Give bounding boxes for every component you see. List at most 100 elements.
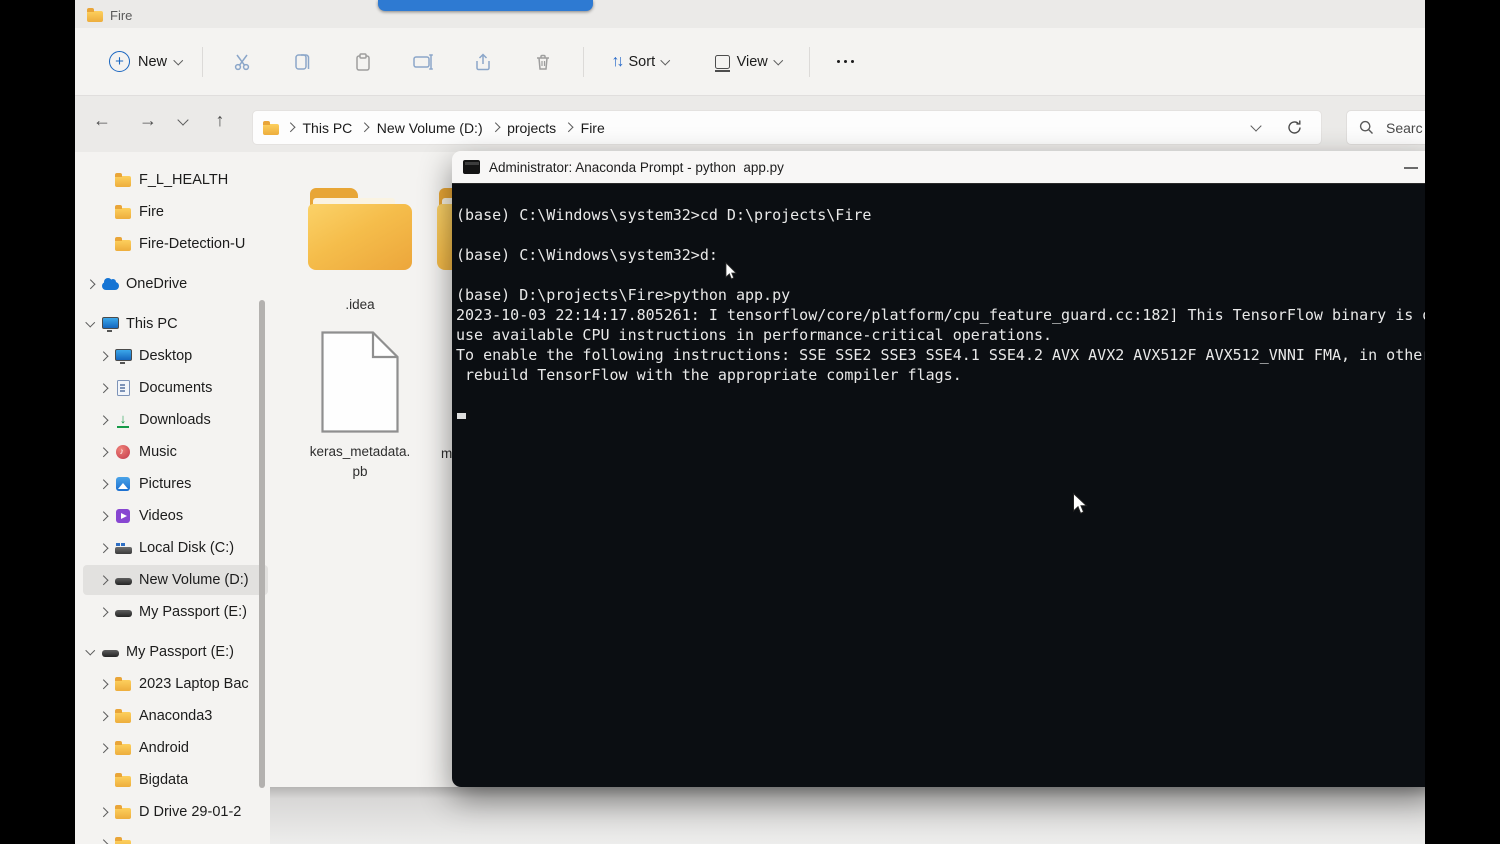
sidebar-item-videos[interactable]: Videos bbox=[83, 501, 268, 531]
paste-button[interactable] bbox=[344, 43, 382, 81]
chevron-right-icon[interactable] bbox=[99, 679, 108, 688]
breadcrumb-this-pc[interactable]: This PC bbox=[296, 117, 360, 139]
chevron-down-icon bbox=[174, 55, 183, 64]
terminal-line: (base) C:\Windows\system32>cd D:\project… bbox=[456, 205, 1437, 225]
drive-icon bbox=[102, 650, 119, 657]
sidebar-item-downloads[interactable]: Downloads bbox=[83, 405, 268, 435]
explorer-toolbar: + New bbox=[75, 28, 1425, 96]
folder-icon bbox=[308, 204, 412, 270]
sidebar-item-fire[interactable]: Fire bbox=[83, 197, 268, 227]
delete-button[interactable] bbox=[524, 43, 562, 81]
chevron-right-icon[interactable] bbox=[99, 543, 108, 552]
paste-icon bbox=[353, 52, 373, 72]
chevron-down-icon[interactable] bbox=[86, 318, 95, 327]
terminal-window: Administrator: Anaconda Prompt - python … bbox=[452, 151, 1437, 787]
search-input[interactable]: Searc bbox=[1346, 110, 1425, 145]
chevron-right-icon[interactable] bbox=[86, 279, 95, 288]
refresh-icon[interactable] bbox=[1286, 119, 1303, 136]
chevron-right-icon[interactable] bbox=[99, 447, 108, 456]
sidebar-item-music[interactable]: Music bbox=[83, 437, 268, 467]
chevron-right-icon[interactable] bbox=[99, 743, 108, 752]
sidebar-item-pictures[interactable]: Pictures bbox=[83, 469, 268, 499]
this-pc-icon bbox=[102, 317, 119, 329]
breadcrumb-fire[interactable]: Fire bbox=[574, 117, 612, 139]
chevron-right-icon[interactable] bbox=[99, 575, 108, 584]
explorer-tab-fire[interactable]: Fire bbox=[87, 4, 132, 26]
address-dropdown-chevron-icon[interactable] bbox=[1250, 120, 1261, 131]
sort-button-label: Sort bbox=[629, 54, 656, 70]
sidebar-item-bigdata[interactable]: Bigdata bbox=[83, 765, 268, 795]
new-button[interactable]: + New bbox=[99, 43, 192, 80]
sidebar-item-2023-laptop-backup[interactable]: 2023 Laptop Bac bbox=[83, 669, 268, 699]
chevron-right-icon[interactable] bbox=[99, 511, 108, 520]
chevron-down-icon[interactable] bbox=[86, 646, 95, 655]
file-keras-metadata-icon[interactable] bbox=[320, 330, 400, 434]
copy-icon bbox=[293, 52, 313, 72]
sidebar-item-new-volume-d[interactable]: New Volume (D:) bbox=[83, 565, 268, 595]
folder-icon bbox=[115, 840, 131, 844]
sidebar-scrollbar[interactable] bbox=[259, 300, 265, 788]
rename-button[interactable] bbox=[404, 43, 442, 81]
sidebar-item-d-drive[interactable]: D Drive 29-01-2 bbox=[83, 797, 268, 827]
folder-icon bbox=[263, 124, 279, 135]
cut-button[interactable] bbox=[224, 43, 262, 81]
tab-label: Fire bbox=[110, 8, 132, 23]
videos-icon bbox=[116, 509, 130, 523]
sidebar-item-partial[interactable] bbox=[83, 829, 268, 844]
sidebar-item-fire-detection[interactable]: Fire-Detection-U bbox=[83, 229, 268, 259]
sidebar-item-local-disk-c[interactable]: Local Disk (C:) bbox=[83, 533, 268, 563]
breadcrumb-projects[interactable]: projects bbox=[500, 117, 563, 139]
recent-locations-chevron-icon[interactable] bbox=[177, 114, 188, 125]
terminal-text-cursor bbox=[457, 413, 466, 419]
share-button[interactable] bbox=[464, 43, 502, 81]
plus-circle-icon: + bbox=[109, 51, 130, 72]
sidebar-item-documents[interactable]: Documents bbox=[83, 373, 268, 403]
terminal-title-bar[interactable]: Administrator: Anaconda Prompt - python … bbox=[452, 151, 1437, 184]
breadcrumb-new-volume[interactable]: New Volume (D:) bbox=[370, 117, 490, 139]
minimize-button[interactable] bbox=[1404, 167, 1418, 169]
chevron-right-icon[interactable] bbox=[99, 711, 108, 720]
back-button[interactable]: ← bbox=[87, 110, 117, 131]
search-icon bbox=[1359, 120, 1374, 135]
chevron-right-icon[interactable] bbox=[99, 807, 108, 816]
sidebar-item-android[interactable]: Android bbox=[83, 733, 268, 763]
chevron-right-icon[interactable] bbox=[99, 383, 108, 392]
sidebar-item-f-l-health[interactable]: F_L_HEALTH bbox=[83, 165, 268, 195]
chevron-right-icon[interactable] bbox=[99, 839, 108, 844]
terminal-console[interactable]: (base) C:\Windows\system32>cd D:\project… bbox=[452, 184, 1437, 787]
toolbar-divider bbox=[202, 47, 203, 77]
pictures-icon bbox=[116, 477, 130, 491]
file-label-idea[interactable]: .idea bbox=[308, 295, 412, 315]
sort-button[interactable]: ↑↓ Sort bbox=[602, 45, 679, 79]
onedrive-cloud-icon bbox=[102, 282, 119, 290]
sidebar-item-my-passport-e-root[interactable]: My Passport (E:) bbox=[83, 637, 255, 667]
explorer-tab-bar: Fire bbox=[75, 0, 1425, 28]
folder-icon bbox=[115, 712, 131, 723]
folder-icon bbox=[87, 11, 103, 22]
chevron-right-icon[interactable] bbox=[99, 479, 108, 488]
terminal-title: Administrator: Anaconda Prompt - python … bbox=[489, 160, 784, 175]
chevron-right-icon[interactable] bbox=[99, 607, 108, 616]
sidebar-item-onedrive[interactable]: OneDrive bbox=[83, 269, 255, 299]
folder-icon bbox=[115, 240, 131, 251]
folder-idea[interactable] bbox=[308, 188, 412, 270]
sort-arrows-icon: ↑↓ bbox=[612, 53, 622, 71]
address-box[interactable]: This PC New Volume (D:) projects Fire bbox=[252, 110, 1322, 145]
more-options-button[interactable] bbox=[826, 43, 864, 81]
sidebar-item-anaconda3[interactable]: Anaconda3 bbox=[83, 701, 268, 731]
chevron-right-icon[interactable] bbox=[99, 351, 108, 360]
terminal-line: (base) C:\Windows\system32>d: bbox=[456, 245, 1437, 265]
file-label-keras-metadata[interactable]: keras_metadata.pb bbox=[306, 442, 414, 482]
drive-icon bbox=[115, 610, 132, 617]
up-button[interactable]: ↑ bbox=[205, 110, 235, 131]
copy-button[interactable] bbox=[284, 43, 322, 81]
sidebar-item-this-pc[interactable]: This PC bbox=[83, 309, 255, 339]
sidebar-item-my-passport-e[interactable]: My Passport (E:) bbox=[83, 597, 268, 627]
forward-button[interactable]: → bbox=[133, 110, 163, 131]
sidebar-item-desktop[interactable]: Desktop bbox=[83, 341, 268, 371]
trash-icon bbox=[533, 52, 553, 72]
view-button[interactable]: View bbox=[705, 46, 792, 78]
toolbar-divider bbox=[583, 47, 584, 77]
breadcrumb-separator-icon bbox=[490, 123, 499, 132]
chevron-right-icon[interactable] bbox=[99, 415, 108, 424]
